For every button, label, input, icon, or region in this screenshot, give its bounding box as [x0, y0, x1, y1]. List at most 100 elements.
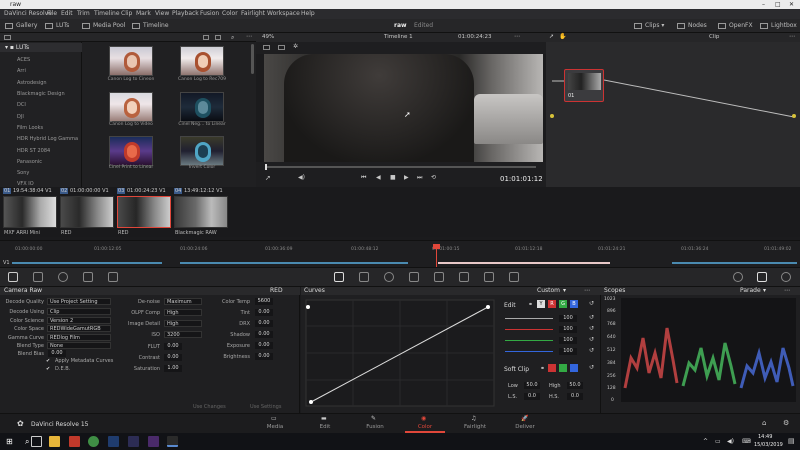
pointer-tool-icon[interactable]: ➚: [265, 174, 271, 182]
hand-icon[interactable]: ✋: [559, 33, 566, 40]
loop-icon[interactable]: ⟲: [431, 174, 436, 181]
reset-icon[interactable]: ↺: [589, 314, 594, 321]
color-science-select[interactable]: Version 2: [47, 317, 111, 324]
tray-chevron-icon[interactable]: ^: [703, 438, 708, 445]
timeline-clip-bar-selected[interactable]: [438, 262, 610, 264]
channel-y-value[interactable]: 100: [559, 315, 577, 322]
clip-thumbnail[interactable]: [60, 196, 114, 228]
softclip-g-button[interactable]: [559, 364, 567, 372]
deliver-page-icon[interactable]: 🚀: [521, 415, 528, 422]
channel-r-button[interactable]: R: [548, 300, 556, 308]
step-back-icon[interactable]: ◀: [376, 174, 381, 181]
page-fusion[interactable]: Fusion: [350, 424, 400, 430]
lut-thumbnail[interactable]: [109, 92, 153, 122]
menu-mark[interactable]: Mark: [136, 9, 151, 19]
deb-checkbox[interactable]: ✔: [46, 366, 50, 372]
curve-point[interactable]: [309, 400, 313, 404]
openfx-button[interactable]: OpenFX: [718, 21, 753, 31]
reset-icon[interactable]: ↺: [589, 347, 594, 354]
page-deliver[interactable]: Deliver: [500, 424, 550, 430]
edit-page-icon[interactable]: ▬: [321, 415, 327, 422]
page-fairlight[interactable]: Fairlight: [450, 424, 500, 430]
search-icon[interactable]: ⌕: [25, 437, 29, 447]
sidebar-toggle-icon[interactable]: [4, 35, 11, 40]
gallery-button[interactable]: Gallery: [5, 21, 37, 31]
tree-item-dci[interactable]: DCI: [17, 102, 26, 108]
use-changes-button[interactable]: Use Changes: [193, 404, 226, 410]
keyboard-icon[interactable]: ⌨: [742, 438, 751, 445]
lightbox-button[interactable]: Lightbox: [760, 21, 797, 31]
nodes-button[interactable]: Nodes: [677, 21, 707, 31]
olpf-comp-select[interactable]: High: [164, 309, 202, 316]
task-view-icon[interactable]: [31, 436, 42, 447]
node-options-icon[interactable]: ⋯: [789, 33, 795, 40]
timeline-name[interactable]: Timeline 1: [384, 34, 413, 40]
tracker-icon[interactable]: [409, 272, 419, 282]
explorer-icon[interactable]: [49, 436, 60, 447]
resolve-taskbar-icon[interactable]: [167, 436, 178, 447]
curve-point[interactable]: [486, 305, 490, 309]
photoshop-icon[interactable]: [108, 436, 119, 447]
menu-edit[interactable]: Edit: [61, 9, 73, 19]
timeline-playhead-marker[interactable]: [433, 244, 440, 249]
flut-input[interactable]: 0.00: [164, 343, 182, 350]
tree-item-hdr-hlg[interactable]: HDR Hybrid Log Gamma: [17, 136, 78, 142]
windows-start-icon[interactable]: ⊞: [6, 437, 13, 446]
motion-effects-icon[interactable]: [108, 272, 118, 282]
page-color[interactable]: Color: [400, 424, 450, 430]
channel-g-button[interactable]: G: [559, 300, 567, 308]
timeline-clip-bar[interactable]: [672, 262, 797, 264]
link-icon[interactable]: ⚭: [528, 301, 533, 308]
lut-options-icon[interactable]: ⋯: [246, 33, 252, 40]
timeline-clip-bar[interactable]: [12, 262, 162, 264]
color-wheels-icon[interactable]: [58, 272, 68, 282]
curve-point[interactable]: [306, 305, 310, 309]
reset-icon[interactable]: ↺: [589, 364, 594, 371]
tree-item-hdr-st2084[interactable]: HDR ST 2084: [17, 148, 50, 154]
blur-icon[interactable]: [459, 272, 469, 282]
fusion-page-icon[interactable]: ✎: [371, 415, 376, 422]
shadow-input[interactable]: 0.00: [255, 331, 273, 338]
tree-item-sony[interactable]: Sony: [17, 170, 29, 176]
video-viewer[interactable]: ➚: [264, 54, 543, 162]
clip-thumbnail[interactable]: [174, 196, 228, 228]
skip-start-icon[interactable]: ⏮: [361, 174, 366, 182]
denoise-select[interactable]: Maximum: [164, 298, 202, 305]
scopes-mode-select[interactable]: Parade: [740, 287, 761, 295]
menu-fusion[interactable]: Fusion: [200, 9, 219, 19]
tint-input[interactable]: 0.00: [255, 309, 273, 316]
brightness-input[interactable]: 0.00: [255, 353, 273, 360]
tree-item-aces[interactable]: ACES: [17, 57, 30, 63]
color-temp-input[interactable]: 5600: [255, 298, 273, 305]
contrast-input[interactable]: 0.00: [164, 354, 182, 361]
info-icon[interactable]: [781, 272, 791, 282]
scopes-options-icon[interactable]: ⋯: [784, 287, 790, 295]
chevron-down-icon[interactable]: ▾: [763, 287, 766, 295]
speaker-icon[interactable]: ◀): [298, 174, 305, 181]
settings-gear-icon[interactable]: ⚙: [783, 419, 789, 427]
slider-r-track[interactable]: [505, 329, 553, 330]
slider-b-track[interactable]: [505, 351, 553, 352]
luts-button[interactable]: LUTs: [45, 21, 69, 31]
menu-file[interactable]: File: [47, 9, 57, 19]
tree-item-arri[interactable]: Arri: [17, 68, 26, 74]
zoom-level[interactable]: 49%: [262, 34, 274, 40]
scrubber-playhead[interactable]: [265, 164, 267, 170]
lut-grid-view-icon[interactable]: [203, 35, 209, 40]
menu-fairlight[interactable]: Fairlight: [241, 9, 265, 19]
slider-y-track[interactable]: [505, 318, 553, 319]
tree-item-dji[interactable]: DJI: [17, 114, 24, 120]
lut-thumbnail[interactable]: [180, 136, 224, 166]
hs-value[interactable]: 0.0: [567, 393, 583, 400]
search-icon[interactable]: ⌕: [231, 34, 234, 42]
color-node[interactable]: 01: [564, 69, 604, 102]
reset-icon[interactable]: ↺: [589, 300, 594, 307]
camera-raw-icon[interactable]: [8, 272, 18, 282]
menu-clip[interactable]: Clip: [121, 9, 132, 19]
sizing-icon[interactable]: [509, 272, 519, 282]
use-settings-button[interactable]: Use Settings: [250, 404, 281, 410]
slider-g-track[interactable]: [505, 340, 553, 341]
node-mode-label[interactable]: Clip: [709, 34, 719, 40]
timeline-button[interactable]: Timeline: [132, 21, 169, 31]
channel-y-button[interactable]: Y: [537, 300, 545, 308]
